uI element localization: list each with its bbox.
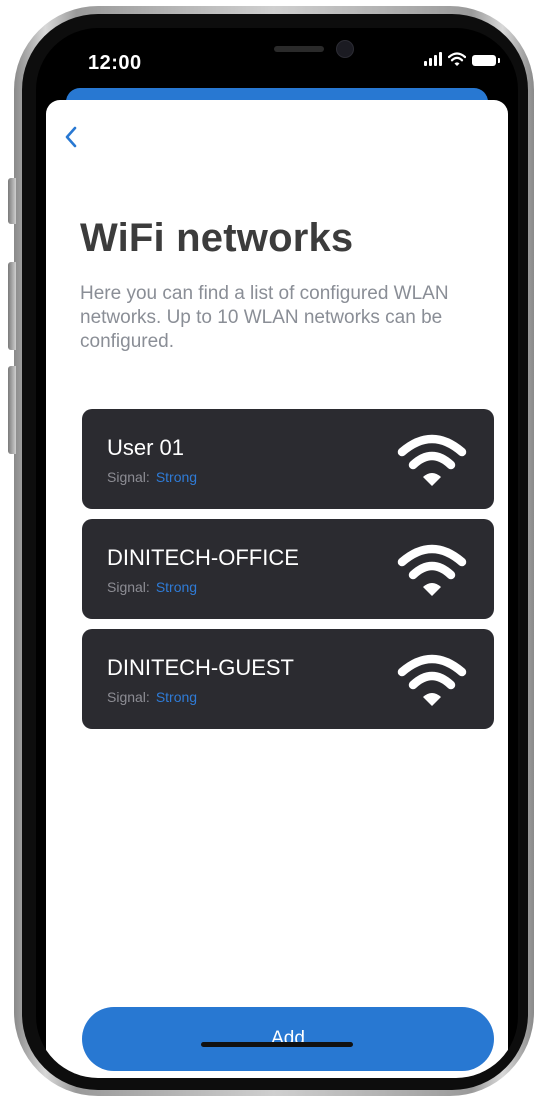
earpiece-speaker [274, 46, 324, 52]
phone-screen: 12:00 WiFi networks Here you can find a … [36, 28, 518, 1078]
network-list: User 01 Signal: Strong DINITECH-OFFICE Si… [82, 409, 494, 739]
signal-label: Signal: [107, 689, 150, 705]
network-item-user-01[interactable]: User 01 Signal: Strong [82, 409, 494, 509]
volume-down-button [8, 366, 16, 454]
signal-label: Signal: [107, 579, 150, 595]
cellular-signal-icon [424, 52, 442, 66]
signal-value: Strong [155, 579, 198, 595]
wifi-networks-page: WiFi networks Here you can find a list o… [46, 100, 508, 1078]
chevron-left-icon [65, 126, 77, 148]
front-camera [336, 40, 354, 58]
status-icons [424, 52, 500, 66]
page-description: Here you can find a list of configured W… [80, 283, 449, 352]
action-button [8, 178, 16, 224]
signal-value: Strong [155, 689, 198, 705]
status-wifi-icon [448, 52, 466, 66]
signal-value: Strong [155, 469, 198, 485]
signal-label: Signal: [107, 469, 150, 485]
status-time: 12:00 [88, 52, 142, 74]
network-item-dinitech-office[interactable]: DINITECH-OFFICE Signal: Strong [82, 519, 494, 619]
home-indicator[interactable] [201, 1042, 353, 1047]
wifi-icon [397, 434, 467, 486]
device-mockup: 12:00 WiFi networks Here you can find a … [0, 0, 540, 1099]
network-name: User 01 [107, 435, 185, 460]
wifi-icon [397, 654, 467, 706]
volume-up-button [8, 262, 16, 350]
add-network-button[interactable]: Add [82, 1007, 494, 1071]
signal-status: Signal: Strong [107, 469, 197, 485]
wifi-icon [397, 544, 467, 596]
network-item-dinitech-guest[interactable]: DINITECH-GUEST Signal: Strong [82, 629, 494, 729]
signal-status: Signal: Strong [107, 689, 197, 705]
battery-icon [472, 55, 500, 66]
page-title: WiFi networks [80, 216, 354, 260]
back-button[interactable] [56, 122, 86, 152]
network-name: DINITECH-OFFICE [107, 545, 299, 570]
signal-status: Signal: Strong [107, 579, 197, 595]
network-name: DINITECH-GUEST [107, 655, 294, 680]
